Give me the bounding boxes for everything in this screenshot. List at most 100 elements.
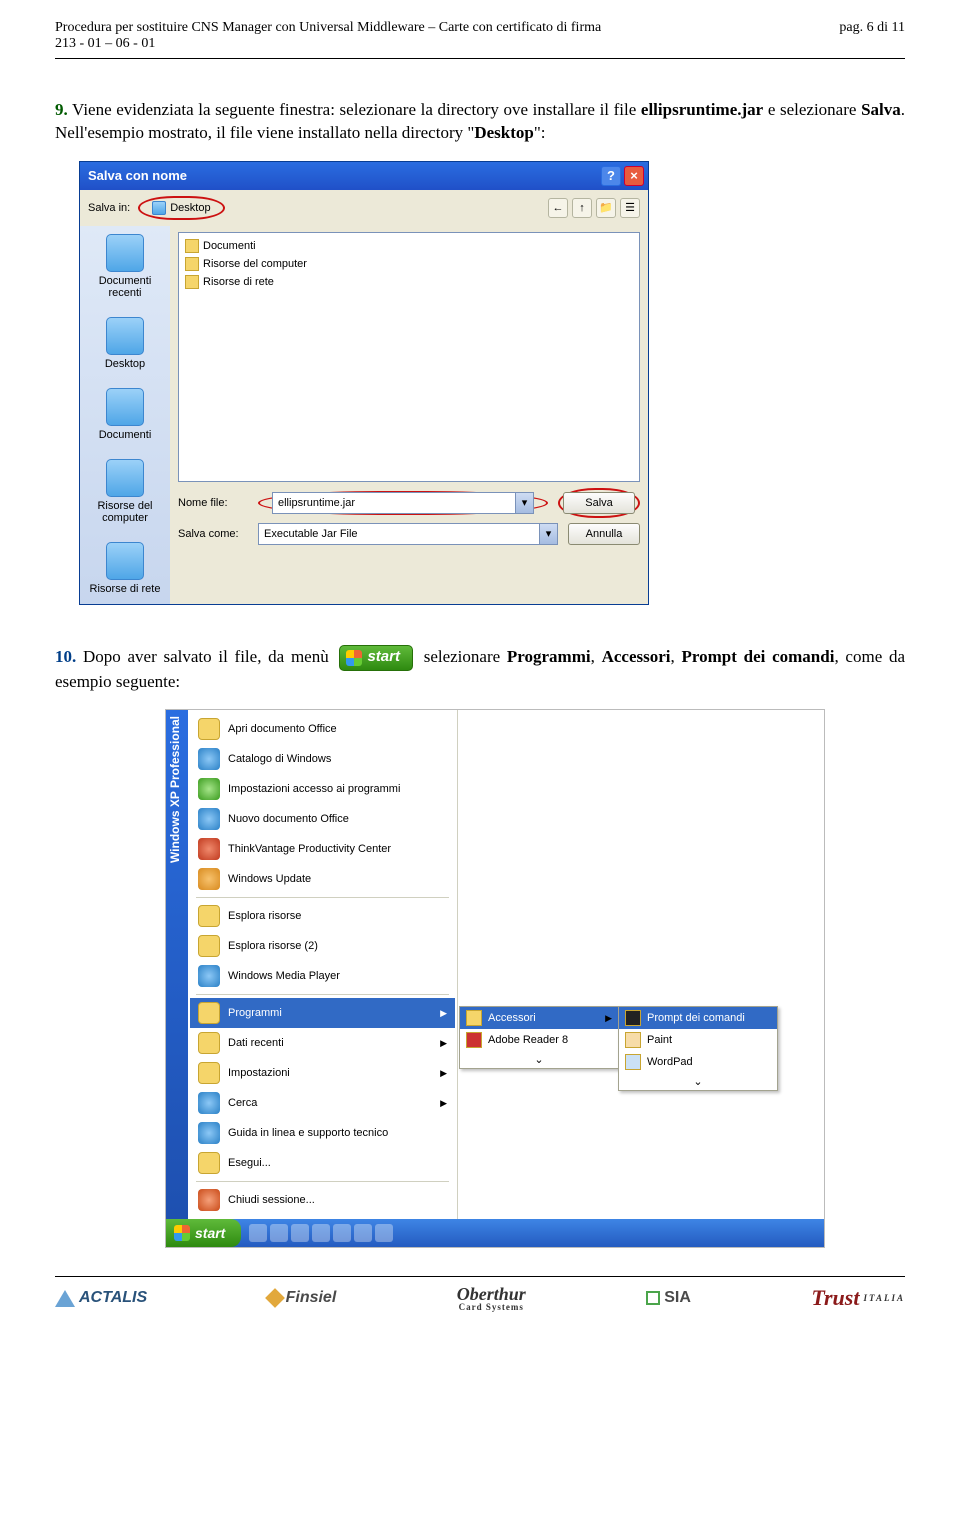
submenu-item[interactable]: Prompt dei comandi <box>619 1007 777 1029</box>
submenu-item-icon <box>625 1054 641 1070</box>
menu-item-icon <box>198 718 220 740</box>
start-menu-item[interactable]: ThinkVantage Productivity Center <box>190 834 455 864</box>
start-menu-screenshot: Windows XP Professional Apri documento O… <box>165 709 825 1248</box>
nav-up-icon[interactable]: ↑ <box>572 198 592 218</box>
step9-number: 9. <box>55 100 68 119</box>
close-button[interactable]: × <box>624 166 644 186</box>
page-footer: ACTALIS Finsiel Oberthur Card Systems SI… <box>55 1276 905 1311</box>
start-menu-item[interactable]: Windows Media Player <box>190 961 455 991</box>
quicklaunch-icon[interactable] <box>312 1224 330 1242</box>
cancel-button[interactable]: Annulla <box>568 523 640 545</box>
start-menu-item[interactable]: Nuovo documento Office <box>190 804 455 834</box>
start-menu-item[interactable]: Windows Update <box>190 864 455 894</box>
menu-item-label: ThinkVantage Productivity Center <box>228 843 391 855</box>
submenu-item[interactable]: Accessori ▶ <box>460 1007 618 1029</box>
saveas-type-select[interactable]: Executable Jar File ▾ <box>258 523 558 545</box>
network-icon <box>106 542 144 580</box>
submenu-item[interactable]: WordPad <box>619 1051 777 1073</box>
start-menu-item[interactable]: Dati recenti▶ <box>190 1028 455 1058</box>
quicklaunch-icon[interactable] <box>291 1224 309 1242</box>
highlight-ring-savein: Desktop <box>138 196 224 220</box>
quicklaunch-icon[interactable] <box>333 1224 351 1242</box>
save-button[interactable]: Salva <box>563 492 635 514</box>
highlight-ring-filename: ellipsruntime.jar ▾ <box>258 491 548 515</box>
menu-item-icon <box>198 778 220 800</box>
logo-oberthur: Oberthur Card Systems <box>457 1286 526 1310</box>
place-recent[interactable]: Documenti recenti <box>85 234 165 299</box>
expand-chevron-icon[interactable]: ⌄ <box>460 1051 618 1068</box>
menu-item-label: Windows Media Player <box>228 970 340 982</box>
submenu-arrow-icon: ▶ <box>440 1068 447 1079</box>
start-menu-item[interactable]: Esplora risorse <box>190 901 455 931</box>
start-menu-item[interactable]: Esplora risorse (2) <box>190 931 455 961</box>
place-documents[interactable]: Documenti <box>85 388 165 441</box>
network-small-icon <box>185 275 199 289</box>
submenu-arrow-icon: ▶ <box>440 1098 447 1109</box>
filename-label: Nome file: <box>178 497 248 509</box>
submenu-item[interactable]: Adobe Reader 8 <box>460 1029 618 1051</box>
page-header: Procedura per sostituire CNS Manager con… <box>55 20 905 59</box>
place-network[interactable]: Risorse di rete <box>85 542 165 595</box>
start-menu-item[interactable]: Guida in linea e supporto tecnico <box>190 1118 455 1148</box>
menu-item-label: Apri documento Office <box>228 723 337 735</box>
start-menu-item[interactable]: Chiudi sessione... <box>190 1185 455 1215</box>
nav-back-icon[interactable]: ← <box>548 198 568 218</box>
start-menu-item[interactable]: Catalogo di Windows <box>190 744 455 774</box>
start-menu-item[interactable]: Cerca▶ <box>190 1088 455 1118</box>
nav-view-icon[interactable]: ☰ <box>620 198 640 218</box>
dropdown-arrow-icon[interactable]: ▾ <box>515 493 533 513</box>
computer-small-icon <box>185 257 199 271</box>
submenu-item[interactable]: Paint <box>619 1029 777 1051</box>
expand-chevron-icon[interactable]: ⌄ <box>619 1073 777 1090</box>
start-menu-item[interactable]: Impostazioni ▶ <box>190 1058 455 1088</box>
dropdown-arrow-icon[interactable]: ▾ <box>539 524 557 544</box>
start-menu-item[interactable]: Programmi▶ <box>190 998 455 1028</box>
quicklaunch-icon[interactable] <box>249 1224 267 1242</box>
quicklaunch-icon[interactable] <box>270 1224 288 1242</box>
menu-separator <box>196 1181 449 1182</box>
sia-square-icon <box>646 1291 660 1305</box>
start-menu-item[interactable]: Esegui... <box>190 1148 455 1178</box>
menu-item-icon <box>198 868 220 890</box>
submenu-item-label: Prompt dei comandi <box>647 1012 745 1024</box>
menu-item-label: Impostazioni accesso ai programmi <box>228 783 400 795</box>
filename-input[interactable]: ellipsruntime.jar ▾ <box>272 492 534 514</box>
menu-separator <box>196 994 449 995</box>
menu-item-icon <box>198 965 220 987</box>
menu-item-icon <box>198 748 220 770</box>
taskbar-start-button[interactable]: start <box>166 1219 241 1247</box>
menu-item-label: Nuovo documento Office <box>228 813 349 825</box>
menu-item-label: Chiudi sessione... <box>228 1194 315 1206</box>
menu-item-icon <box>198 1189 220 1211</box>
desktop-icon <box>152 201 166 215</box>
recent-docs-icon <box>106 234 144 272</box>
submenu-arrow-icon: ▶ <box>440 1038 447 1049</box>
save-in-value[interactable]: Desktop <box>170 202 210 214</box>
saveas-label: Salva come: <box>178 528 248 540</box>
start-button-inline: start <box>339 645 413 671</box>
header-page-label: pag. 6 di 11 <box>839 20 905 52</box>
menu-separator <box>196 897 449 898</box>
submenu-item-label: Paint <box>647 1034 672 1046</box>
menu-item-label: Impostazioni <box>228 1067 290 1079</box>
submenu-item-label: Adobe Reader 8 <box>488 1034 568 1046</box>
windows-flag-icon <box>174 1225 190 1241</box>
nav-newfolder-icon[interactable]: 📁 <box>596 198 616 218</box>
place-desktop[interactable]: Desktop <box>85 317 165 370</box>
start-menu-item[interactable]: Impostazioni accesso ai programmi <box>190 774 455 804</box>
help-button[interactable]: ? <box>601 166 621 186</box>
quicklaunch-icon[interactable] <box>375 1224 393 1242</box>
file-listing[interactable]: Documenti Risorse del computer Risorse d… <box>178 232 640 482</box>
start-menu-item[interactable]: Apri documento Office <box>190 714 455 744</box>
dialog-title: Salva con nome <box>88 168 187 183</box>
quicklaunch-icon[interactable] <box>354 1224 372 1242</box>
submenu-item-label: WordPad <box>647 1056 693 1068</box>
logo-sia: SIA <box>646 1289 691 1307</box>
submenu-arrow-icon: ▶ <box>605 1013 612 1024</box>
submenu-item-label: Accessori <box>488 1012 536 1024</box>
start-submenu-accessori: Prompt dei comandi Paint WordPad ⌄ <box>618 1006 778 1091</box>
menu-item-icon <box>198 905 220 927</box>
step10-number: 10. <box>55 646 76 665</box>
place-computer[interactable]: Risorse del computer <box>85 459 165 524</box>
start-menu-sidebar: Windows XP Professional <box>166 710 188 1219</box>
